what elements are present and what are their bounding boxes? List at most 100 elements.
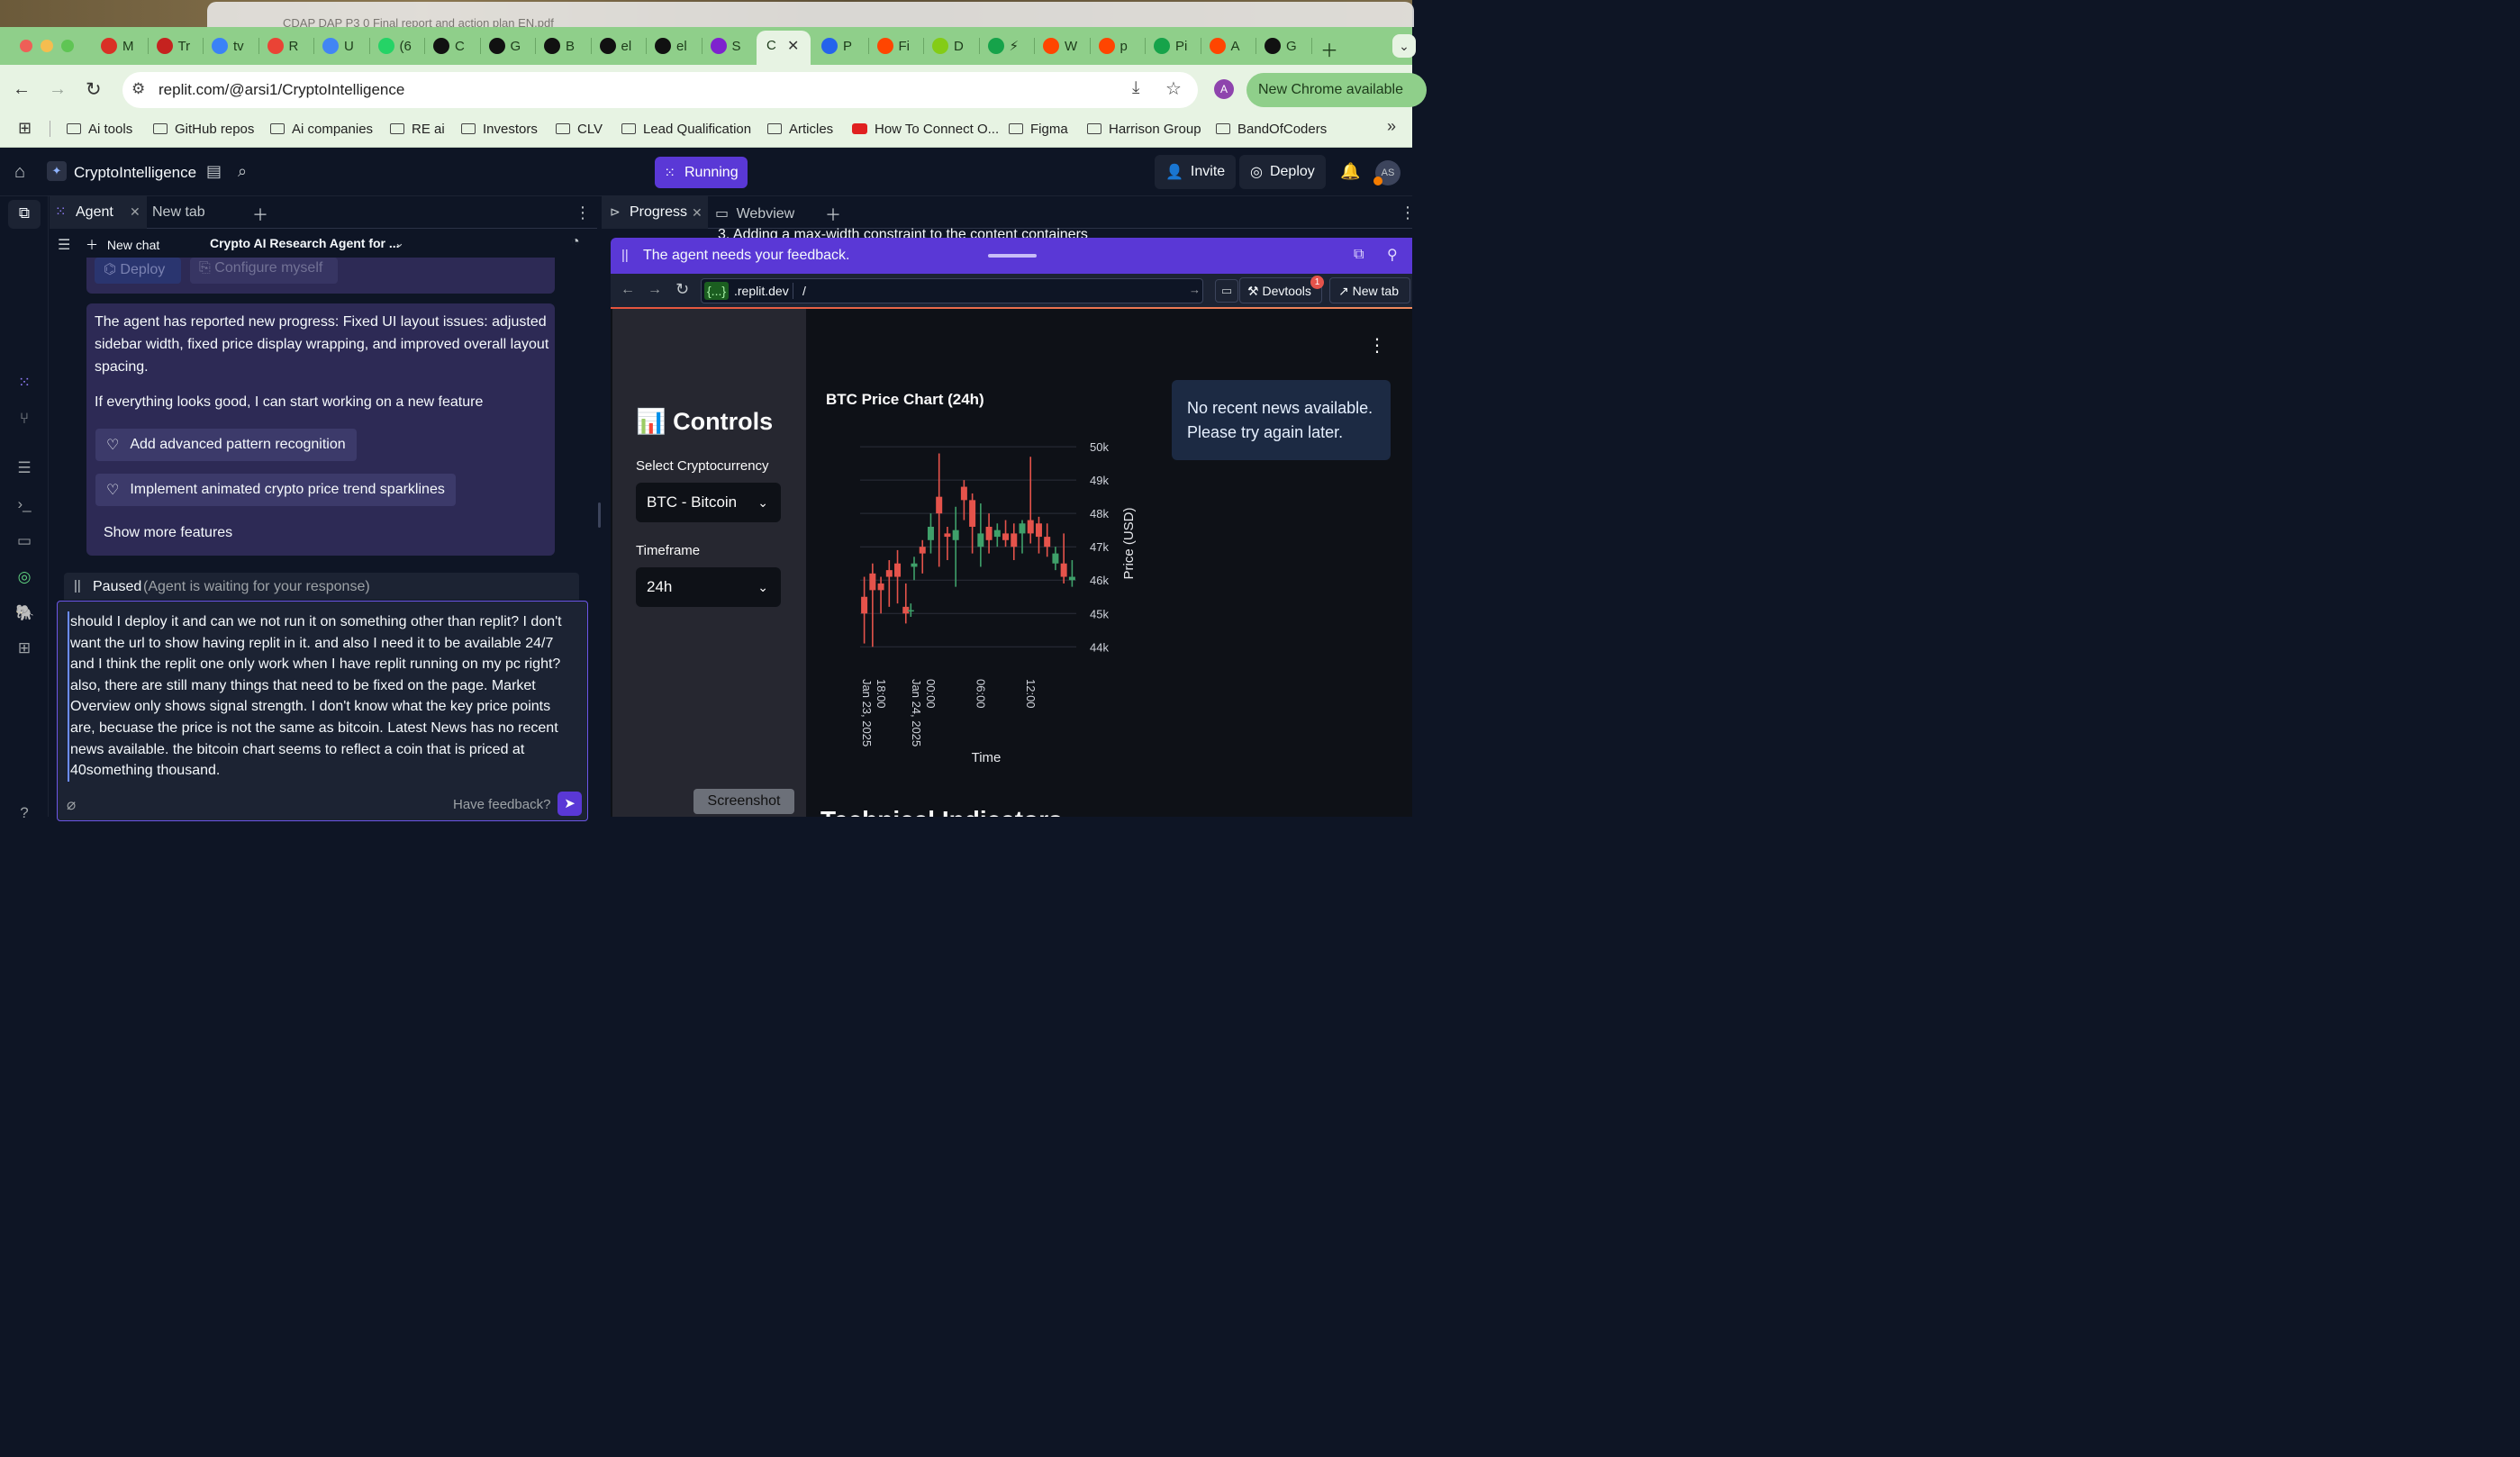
browser-tab[interactable]: M bbox=[101, 36, 134, 56]
right-pane-menu-icon[interactable]: ⋮ bbox=[1400, 204, 1416, 222]
suggestion-button[interactable]: ♡ Implement animated crypto price trend … bbox=[95, 474, 456, 506]
install-app-icon[interactable]: ⤓ bbox=[1132, 78, 1139, 98]
browser-tab[interactable]: S bbox=[710, 36, 741, 56]
tab-webview[interactable]: ▭ Webview bbox=[715, 204, 794, 222]
device-toggle-icon[interactable]: ▭ bbox=[1215, 279, 1238, 303]
chat-history-icon[interactable]: ☰ bbox=[58, 236, 70, 254]
notifications-bell-icon[interactable]: 🔔 bbox=[1340, 162, 1360, 181]
browser-tab[interactable]: D bbox=[932, 36, 964, 56]
configure-myself-button[interactable]: ⎘ Configure myself bbox=[190, 258, 338, 284]
database-icon[interactable]: 🐘 bbox=[15, 604, 34, 622]
bookmark-item[interactable]: How To Connect O... bbox=[852, 119, 999, 139]
browser-tab[interactable]: el bbox=[655, 36, 687, 56]
bookmark-item[interactable]: Harrison Group bbox=[1087, 119, 1201, 139]
close-window-button[interactable] bbox=[20, 40, 32, 52]
crypto-select[interactable]: BTC - Bitcoin ⌄ bbox=[636, 483, 781, 522]
bookmark-item[interactable]: Lead Qualification bbox=[621, 119, 751, 139]
bookmark-item[interactable]: BandOfCoders bbox=[1216, 119, 1327, 139]
bookmark-item[interactable]: RE ai bbox=[390, 119, 445, 139]
help-icon[interactable]: ? bbox=[15, 804, 33, 822]
chrome-update-button[interactable]: New Chrome available bbox=[1246, 73, 1427, 107]
agent-icon[interactable]: ⁙ bbox=[15, 374, 33, 392]
browser-tab[interactable]: U bbox=[322, 36, 354, 56]
tab-progress[interactable]: ⊳ Progress ✕ bbox=[602, 196, 708, 229]
popout-icon[interactable]: ⧉ bbox=[1354, 247, 1364, 263]
timeframe-select[interactable]: 24h ⌄ bbox=[636, 567, 781, 607]
show-more-features-link[interactable]: Show more features bbox=[104, 525, 232, 541]
invite-button[interactable]: 👤 Invite bbox=[1155, 155, 1237, 189]
go-icon[interactable]: → bbox=[1189, 283, 1201, 296]
close-progress-tab-icon[interactable]: ✕ bbox=[692, 205, 703, 221]
deploy-suggestion-button[interactable]: ⌬ Deploy bbox=[95, 258, 181, 284]
git-icon[interactable]: ⑂ bbox=[15, 410, 33, 428]
progress-icon[interactable]: ☰ bbox=[15, 459, 33, 477]
screenshot-button[interactable]: Screenshot bbox=[693, 789, 794, 814]
tab-search-chevron-icon[interactable]: ⌄ bbox=[1392, 34, 1416, 58]
bookmark-item[interactable]: Ai companies bbox=[270, 119, 373, 139]
deployments-icon[interactable]: ◎ bbox=[15, 568, 33, 586]
tab-new-tab[interactable]: New tab bbox=[152, 204, 205, 221]
browser-tab[interactable]: Tr bbox=[156, 36, 190, 56]
send-button[interactable]: ➤ bbox=[557, 792, 582, 816]
browser-tab[interactable]: A bbox=[1209, 36, 1240, 56]
have-feedback-link[interactable]: Have feedback? bbox=[453, 797, 550, 812]
message-input-text[interactable]: should I deploy it and can we not run it… bbox=[68, 611, 578, 782]
shell-icon[interactable]: ›_ bbox=[15, 495, 33, 513]
webview-back-icon[interactable]: ← bbox=[621, 282, 635, 298]
minimize-window-button[interactable] bbox=[41, 40, 53, 52]
files-panel-icon[interactable]: ▤ bbox=[206, 162, 222, 181]
bookmark-item[interactable]: Investors bbox=[461, 119, 538, 139]
browser-tab[interactable]: ⚡ bbox=[987, 36, 1019, 56]
more-bookmarks-icon[interactable]: » bbox=[1387, 117, 1396, 136]
suggestion-button[interactable]: ♡ Add advanced pattern recognition bbox=[95, 429, 357, 461]
browser-tab[interactable]: Fi bbox=[876, 36, 910, 56]
bookmark-item[interactable]: Articles bbox=[767, 119, 833, 139]
all-tools-icon[interactable]: ⊞ bbox=[15, 639, 33, 657]
open-new-tab-button[interactable]: ↗ New tab bbox=[1329, 277, 1410, 303]
browser-tab[interactable]: B bbox=[544, 36, 575, 56]
pin-icon[interactable]: ⚲ bbox=[1387, 246, 1398, 264]
browser-tab[interactable]: el bbox=[599, 36, 631, 56]
reload-icon[interactable]: ↻ bbox=[86, 78, 102, 101]
browser-tab[interactable]: tv bbox=[212, 36, 244, 56]
browser-tab[interactable]: p bbox=[1098, 36, 1128, 56]
zoom-window-button[interactable] bbox=[61, 40, 74, 52]
search-icon[interactable]: ⌕ bbox=[238, 162, 247, 181]
webview-url-field[interactable]: {...} .replit.dev / → bbox=[701, 278, 1203, 303]
usage-gauge-icon[interactable]: ◔ bbox=[571, 234, 580, 250]
home-icon[interactable]: ⌂ bbox=[14, 162, 25, 183]
active-browser-tab[interactable]: C ✕ bbox=[757, 31, 811, 65]
bookmark-item[interactable]: Ai tools bbox=[67, 119, 132, 139]
message-input[interactable]: should I deploy it and can we not run it… bbox=[57, 601, 588, 821]
apps-grid-icon[interactable]: ⊞ bbox=[18, 119, 32, 138]
new-chat-button[interactable]: ＋ New chat bbox=[86, 236, 159, 254]
chat-title-chevron-icon[interactable]: ⌄ bbox=[394, 236, 404, 250]
browser-tab[interactable]: G bbox=[488, 36, 521, 56]
add-tab-icon[interactable]: ＋ bbox=[252, 203, 268, 226]
webview-icon[interactable]: ▭ bbox=[15, 532, 33, 550]
back-icon[interactable]: ← bbox=[13, 79, 31, 100]
browser-tab[interactable]: Pi bbox=[1154, 36, 1187, 56]
browser-tab[interactable]: C bbox=[433, 36, 465, 56]
close-tab-icon[interactable]: ✕ bbox=[787, 37, 799, 55]
webview-reload-icon[interactable]: ↻ bbox=[675, 280, 689, 299]
browser-tab[interactable]: R bbox=[267, 36, 298, 56]
run-button[interactable]: ⁙ Running bbox=[655, 157, 748, 188]
app-menu-icon[interactable]: ⋮ bbox=[1368, 334, 1386, 357]
close-agent-tab-icon[interactable]: ✕ bbox=[130, 204, 141, 220]
chat-title[interactable]: Crypto AI Research Agent for ... bbox=[210, 236, 400, 250]
browser-tab[interactable]: W bbox=[1043, 36, 1077, 56]
forward-icon[interactable]: → bbox=[49, 79, 67, 100]
site-settings-icon[interactable]: ⚙ bbox=[131, 80, 145, 98]
browser-tab[interactable]: (6 bbox=[377, 36, 412, 56]
add-right-tab-icon[interactable]: ＋ bbox=[825, 203, 841, 226]
browser-tab[interactable]: G bbox=[1265, 36, 1297, 56]
bookmark-item[interactable]: Figma bbox=[1009, 119, 1068, 139]
toggle-sidebar-icon[interactable]: ⧉ bbox=[15, 204, 33, 222]
drag-handle[interactable] bbox=[988, 254, 1037, 258]
tab-agent[interactable]: ⁙ Agent ✕ bbox=[50, 196, 147, 229]
profile-avatar[interactable]: A bbox=[1214, 79, 1234, 99]
deploy-button[interactable]: ◎ Deploy bbox=[1239, 155, 1326, 189]
webview-forward-icon[interactable]: → bbox=[648, 282, 662, 298]
price-chart[interactable]: 44k 45k 46k 47k 48k 49k 50k 18:00Jan 23, 2025 00… bbox=[806, 414, 1157, 783]
